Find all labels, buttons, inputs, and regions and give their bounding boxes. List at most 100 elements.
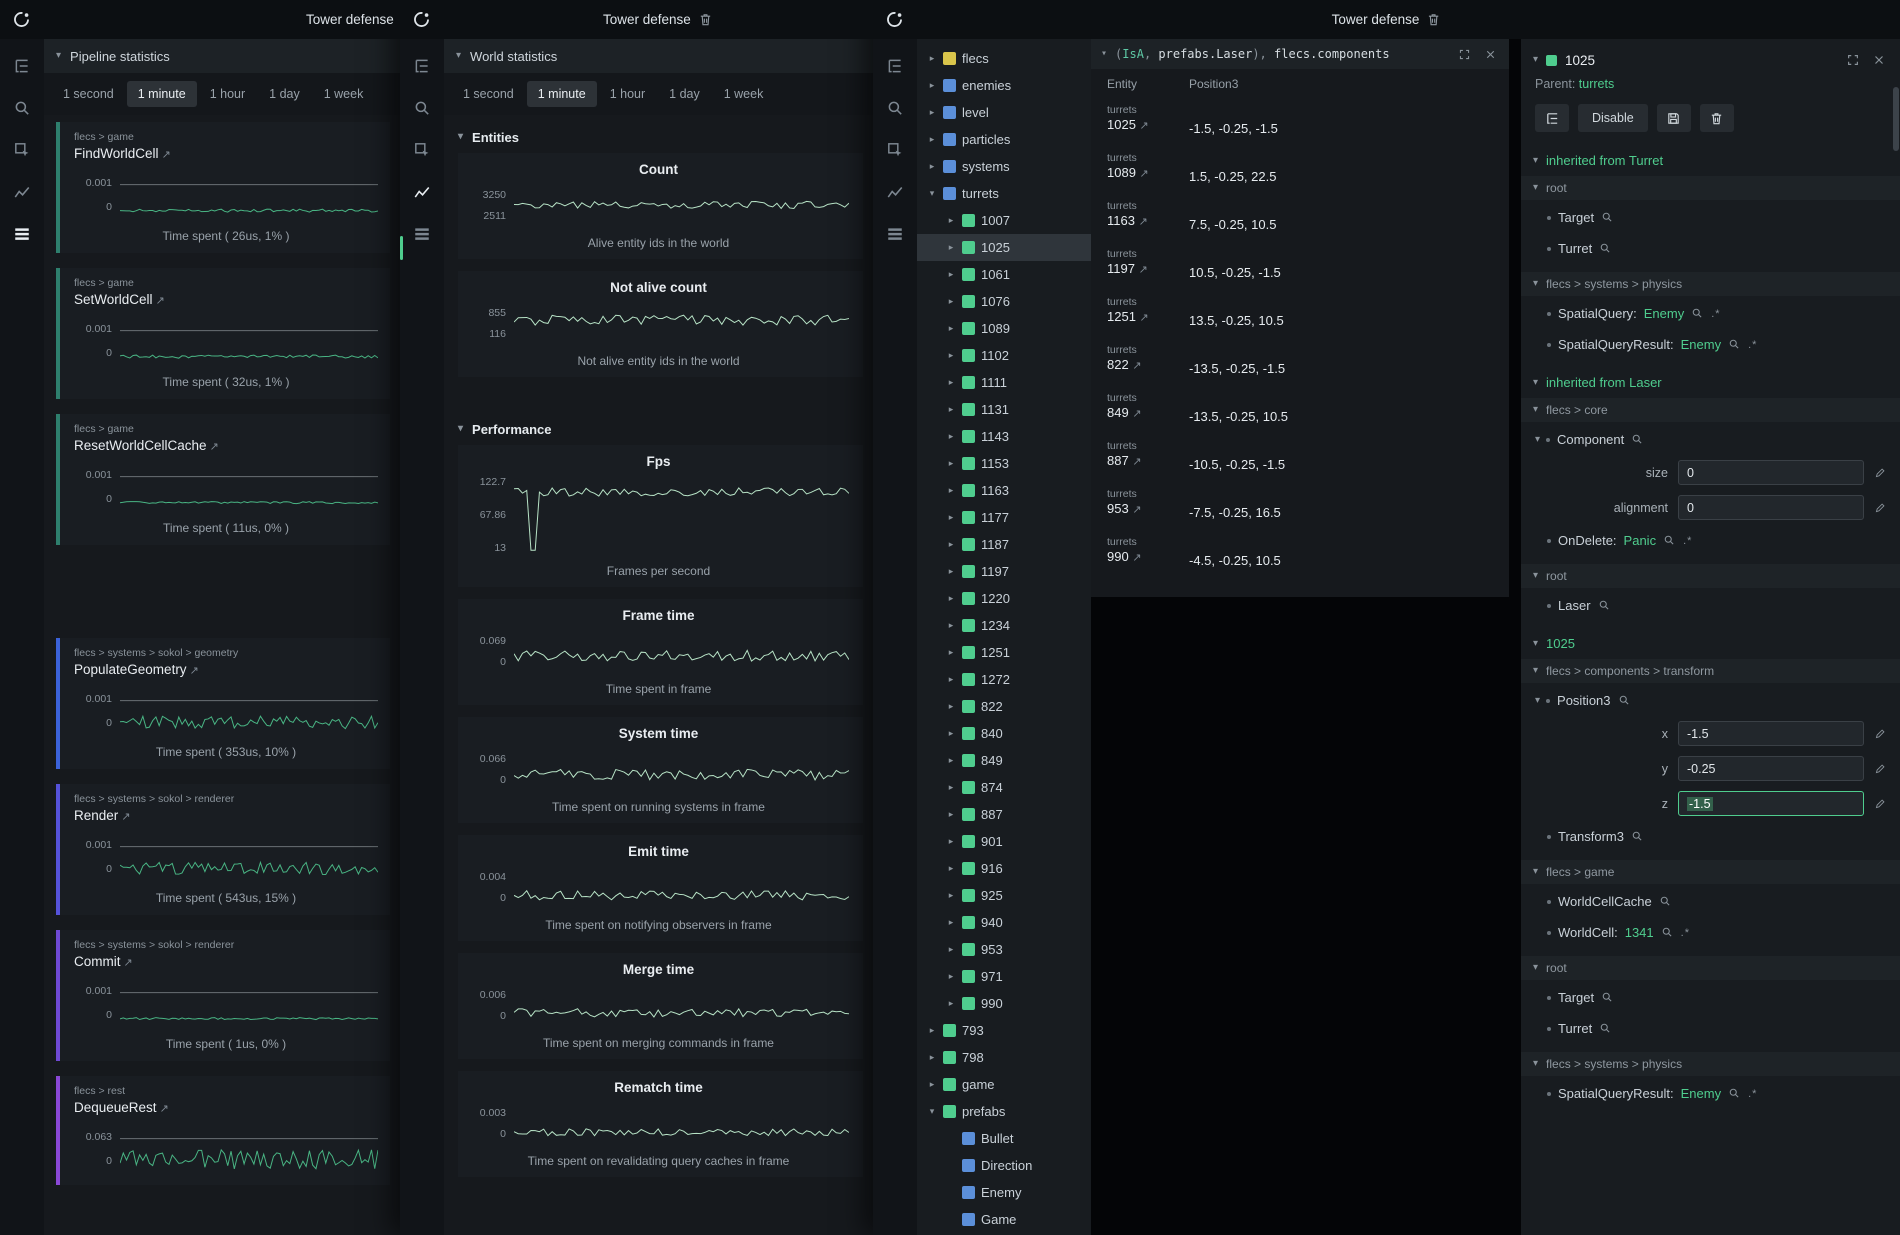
query-result-row[interactable]: turrets822 ↗-13.5, -0.25, -1.5 <box>1091 335 1509 383</box>
tree-item-1272[interactable]: ▸1272 <box>917 666 1091 693</box>
entity-id[interactable]: 953 ↗ <box>1107 501 1142 516</box>
tree-item-916[interactable]: ▸916 <box>917 855 1091 882</box>
edit-icon[interactable] <box>1874 797 1888 811</box>
tab-1-week[interactable]: 1 week <box>713 81 775 107</box>
edit-icon[interactable] <box>1874 762 1888 776</box>
tree-item-1102[interactable]: ▸1102 <box>917 342 1091 369</box>
query-result-row[interactable]: turrets1163 ↗7.5, -0.25, 10.5 <box>1091 191 1509 239</box>
tab-1-hour[interactable]: 1 hour <box>599 81 656 107</box>
edit-icon[interactable] <box>1874 466 1888 480</box>
expander-icon[interactable]: ▸ <box>927 134 937 145</box>
card-title[interactable]: Commit ↗ <box>74 954 378 969</box>
component-item-Transform3[interactable]: Transform3 <box>1533 821 1888 852</box>
tree-item-1197[interactable]: ▸1197 <box>917 558 1091 585</box>
value-input[interactable]: 0 <box>1678 495 1864 520</box>
search-icon[interactable] <box>1601 211 1614 224</box>
expander-icon[interactable]: ▸ <box>946 944 956 955</box>
tree-item-1025[interactable]: ▸1025 <box>917 234 1091 261</box>
disable-button[interactable]: Disable <box>1578 104 1648 132</box>
tree-item-1143[interactable]: ▸1143 <box>917 423 1091 450</box>
chevron-down-icon[interactable]: ▾ <box>1535 435 1540 445</box>
search-icon[interactable] <box>1659 895 1672 908</box>
external-link-icon[interactable]: ↗ <box>153 295 165 307</box>
tree-item-level[interactable]: ▸level <box>917 99 1091 126</box>
external-link-icon[interactable]: ↗ <box>1140 120 1149 132</box>
component-value[interactable]: Enemy <box>1681 1086 1721 1101</box>
tree-item-887[interactable]: ▸887 <box>917 801 1091 828</box>
sidebar-stats-button[interactable] <box>884 223 906 245</box>
value-input[interactable]: -1.5 <box>1678 791 1864 816</box>
expander-icon[interactable]: ▸ <box>946 242 956 253</box>
sidebar-stats-button[interactable] <box>11 223 33 245</box>
sidebar-inspector-button[interactable] <box>884 139 906 161</box>
external-link-icon[interactable]: ↗ <box>157 1103 169 1115</box>
tab-1-day[interactable]: 1 day <box>658 81 711 107</box>
search-icon[interactable] <box>1661 926 1674 939</box>
section-header-Performance[interactable]: ▾Performance <box>444 413 873 445</box>
card-title[interactable]: FindWorldCell ↗ <box>74 146 378 161</box>
component-path-header[interactable]: ▾root <box>1521 956 1900 980</box>
search-icon[interactable] <box>1728 1087 1741 1100</box>
component-item-Turret[interactable]: Turret <box>1533 1013 1888 1044</box>
tab-1-minute[interactable]: 1 minute <box>527 81 597 107</box>
query-result-row[interactable]: turrets953 ↗-7.5, -0.25, 16.5 <box>1091 479 1509 527</box>
external-link-icon[interactable]: ↗ <box>1132 552 1141 564</box>
expander-icon[interactable]: ▸ <box>946 269 956 280</box>
expander-icon[interactable]: ▸ <box>946 539 956 550</box>
expander-icon[interactable]: ▸ <box>946 431 956 442</box>
inspector-section-inherited from Turret[interactable]: ▾inherited from Turret <box>1533 153 1888 168</box>
tree-item-particles[interactable]: ▸particles <box>917 126 1091 153</box>
external-link-icon[interactable]: ↗ <box>187 665 199 677</box>
tree-view-button[interactable] <box>1535 104 1569 132</box>
tree-item-1234[interactable]: ▸1234 <box>917 612 1091 639</box>
tree-item-849[interactable]: ▸849 <box>917 747 1091 774</box>
entity-id[interactable]: 1089 ↗ <box>1107 165 1149 180</box>
expander-icon[interactable]: ▸ <box>927 161 937 172</box>
card-title[interactable]: Render ↗ <box>74 808 378 823</box>
component-path-header[interactable]: ▾flecs > systems > physics <box>1521 272 1900 296</box>
component-item-Component[interactable]: ▾Component <box>1533 424 1888 455</box>
tree-item-Bullet[interactable]: Bullet <box>917 1125 1091 1152</box>
external-link-icon[interactable]: ↗ <box>121 957 133 969</box>
component-item-Laser[interactable]: Laser <box>1533 590 1888 621</box>
entity-id[interactable]: 1163 ↗ <box>1107 213 1148 228</box>
trash-icon[interactable] <box>1426 12 1441 27</box>
chevron-down-icon[interactable]: ▾ <box>1535 696 1540 706</box>
sidebar-search-button[interactable] <box>884 97 906 119</box>
query-result-row[interactable]: turrets1089 ↗1.5, -0.25, 22.5 <box>1091 143 1509 191</box>
search-icon[interactable] <box>1691 307 1704 320</box>
external-link-icon[interactable]: ↗ <box>1132 504 1141 516</box>
component-path-header[interactable]: ▾root <box>1521 176 1900 200</box>
search-icon[interactable] <box>1728 338 1741 351</box>
search-icon[interactable] <box>1663 534 1676 547</box>
expander-icon[interactable]: ▸ <box>946 998 956 1009</box>
external-link-icon[interactable]: ↗ <box>207 441 219 453</box>
expander-icon[interactable]: ▸ <box>946 485 956 496</box>
tree-item-840[interactable]: ▸840 <box>917 720 1091 747</box>
value-input[interactable]: 0 <box>1678 460 1864 485</box>
entity-id[interactable]: 1251 ↗ <box>1107 309 1149 324</box>
search-icon[interactable] <box>1631 433 1644 446</box>
search-icon[interactable] <box>1599 1022 1612 1035</box>
tree-item-prefabs[interactable]: ▾prefabs <box>917 1098 1091 1125</box>
entity-id[interactable]: 887 ↗ <box>1107 453 1142 468</box>
expander-icon[interactable]: ▸ <box>946 701 956 712</box>
sidebar-tree-button[interactable] <box>884 55 906 77</box>
component-value[interactable]: 1341 <box>1625 925 1654 940</box>
tree-item-1187[interactable]: ▸1187 <box>917 531 1091 558</box>
external-link-icon[interactable]: ↗ <box>1140 168 1149 180</box>
component-item-OnDelete[interactable]: OnDelete:Panic.* <box>1533 525 1888 556</box>
tab-1-minute[interactable]: 1 minute <box>127 81 197 107</box>
component-item-Target[interactable]: Target <box>1533 202 1888 233</box>
expander-icon[interactable]: ▸ <box>946 512 956 523</box>
card-title[interactable]: ResetWorldCellCache ↗ <box>74 438 378 453</box>
sidebar-chart-button[interactable] <box>11 181 33 203</box>
value-input[interactable]: -0.25 <box>1678 756 1864 781</box>
pipeline-panel-header[interactable]: ▾ Pipeline statistics <box>44 39 400 73</box>
search-icon[interactable] <box>1599 242 1612 255</box>
column-header-Position3[interactable]: Position3 <box>1189 77 1509 91</box>
entity-id[interactable]: 1197 ↗ <box>1107 261 1148 276</box>
tab-1-second[interactable]: 1 second <box>52 81 125 107</box>
entity-id[interactable]: 990 ↗ <box>1107 549 1142 564</box>
tree-item-flecs[interactable]: ▸flecs <box>917 45 1091 72</box>
